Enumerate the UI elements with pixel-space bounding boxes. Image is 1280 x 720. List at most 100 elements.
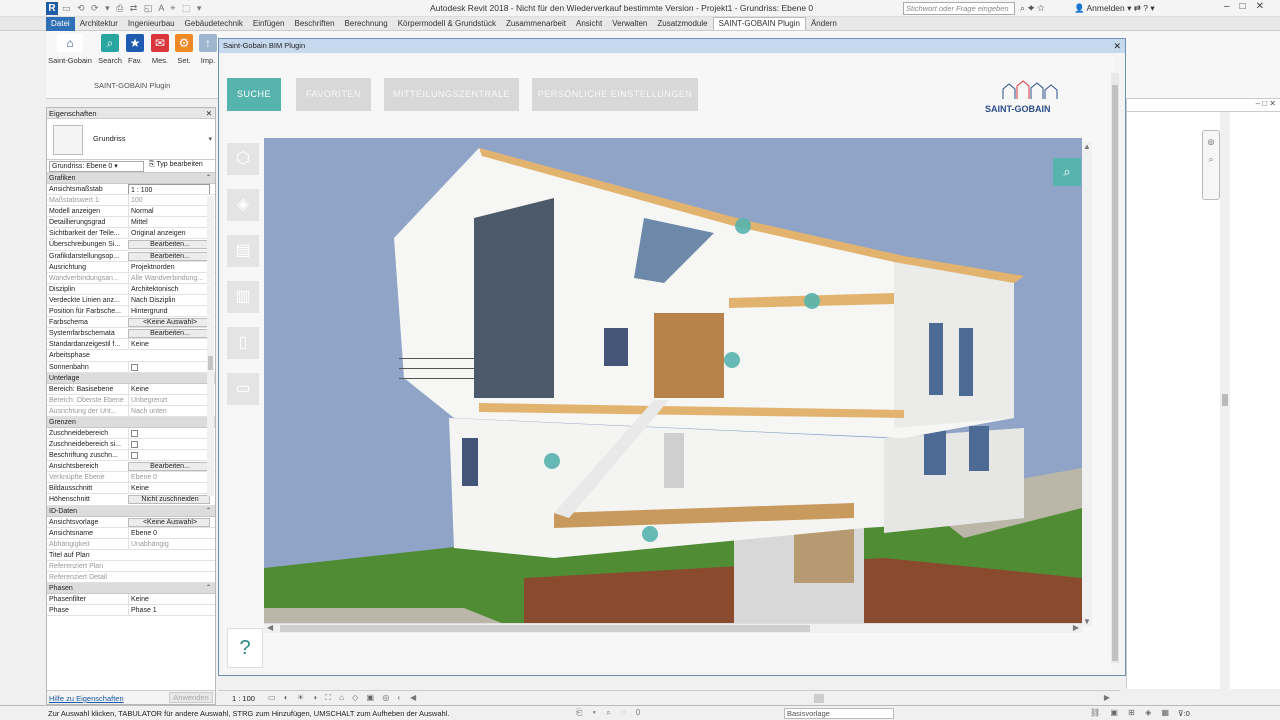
user-signin[interactable]: 👤 Anmelden ▾ ⇄ ? ▾ [1074, 3, 1155, 14]
property-value[interactable]: <Keine Auswahl> [128, 517, 210, 527]
tab-körpermodell-grundstück[interactable]: Körpermodell & Grundstück [393, 17, 501, 31]
property-value[interactable]: Normal [128, 206, 210, 217]
brick-icon[interactable]: ⬡ [227, 143, 259, 175]
checkbox[interactable] [131, 452, 138, 460]
checkbox[interactable] [131, 429, 138, 437]
property-value[interactable]: Hintergrund [128, 306, 210, 317]
steering-wheel-icon[interactable]: ⊚ [1203, 137, 1219, 148]
tab-zusammenarbeit[interactable]: Zusammenarbeit [501, 17, 571, 31]
tab-einfügen[interactable]: Einfügen [248, 17, 290, 31]
property-value[interactable]: Original anzeigen [128, 228, 210, 239]
scene-horizontal-scrollbar[interactable]: ◀ ▶ [264, 623, 1082, 633]
property-checkbox[interactable] [128, 427, 210, 438]
edit-type-button[interactable]: ⎘ Typ bearbeiten [149, 161, 203, 169]
wall-layer-icon[interactable]: ▤ [227, 235, 259, 267]
search-icon[interactable]: ⌕ [1053, 158, 1081, 186]
properties-scrollbar[interactable] [207, 196, 214, 496]
close-icon[interactable]: ✕ [1113, 39, 1121, 53]
property-value[interactable]: Keine [128, 383, 210, 394]
fav--button[interactable]: ★ Fav. [121, 34, 149, 65]
quick-access-toolbar[interactable]: ▭ ⟲ ⟳ ▾ ⎙ ⇄ ◱ A ⌖ ⬚ ▾ [62, 3, 203, 14]
view-scale[interactable]: 1 : 100 [232, 694, 255, 703]
tab-datei[interactable]: Datei [46, 17, 75, 31]
group-phasen[interactable]: Phasen ⌃ [47, 583, 215, 595]
status-icons[interactable]: ⎗ ▾ ⌕ ◌ 0 [576, 708, 644, 718]
collapse-icon[interactable]: ⌃ [206, 506, 211, 517]
property-checkbox[interactable] [128, 361, 210, 372]
plugin-scrollbar[interactable] [1111, 73, 1119, 663]
zoom-icon[interactable]: ⌕ [1203, 154, 1219, 165]
property-value[interactable]: Nicht zuschneiden [128, 495, 210, 505]
property-value[interactable]: Mittel [128, 217, 210, 228]
tab-saint-gobain-plugin[interactable]: SAINT-GOBAIN Plugin [712, 17, 806, 30]
revit-logo-icon[interactable]: R [46, 2, 58, 15]
collapse-icon[interactable]: ⌃ [206, 173, 211, 184]
board-icon[interactable]: ▯ [227, 327, 259, 359]
property-value[interactable]: Nach Disziplin [128, 294, 210, 306]
property-value[interactable]: Keine [128, 339, 210, 350]
hotspot-wall[interactable] [724, 352, 740, 368]
insulation-icon[interactable]: ◈ [227, 189, 259, 221]
property-checkbox[interactable] [128, 450, 210, 461]
property-value[interactable]: Architektonisch [128, 283, 210, 294]
tab-berechnung[interactable]: Berechnung [340, 17, 393, 31]
saint-gobain-button[interactable]: ⌂ Saint-Gobain [48, 34, 92, 65]
nav-mitteilungszentrale[interactable]: MITTEILUNGSZENTRALE [384, 78, 519, 111]
tab-ändern[interactable]: Ändern [806, 17, 842, 31]
drawing-scrollbar[interactable] [1220, 112, 1230, 692]
filter-count[interactable]: ⊽:0 [1178, 709, 1190, 718]
help-link[interactable]: Hilfe zu Eigenschaften [49, 694, 124, 703]
hotspot-floor[interactable] [642, 526, 658, 542]
hotspot-stair[interactable] [544, 453, 560, 469]
view-scroll-thumb[interactable] [814, 694, 824, 703]
tab-architektur[interactable]: Architektur [75, 17, 123, 31]
property-value[interactable]: Bearbeiten... [128, 462, 210, 472]
property-value[interactable]: Keine [128, 483, 210, 494]
tab-beschriften[interactable]: Beschriften [290, 17, 340, 31]
type-selector[interactable]: Grundriss ▾ [47, 119, 215, 160]
navigation-bar[interactable]: ⊚ ⌕ [1202, 130, 1220, 200]
search-icon[interactable]: ⌕ ✦ ☆ [1020, 3, 1045, 14]
property-value[interactable]: Phase 1 [128, 605, 210, 616]
house-cutaway-illustration[interactable] [264, 138, 1082, 624]
checkbox[interactable] [131, 440, 138, 448]
group-unterlage[interactable]: Unterlage⌃ [47, 372, 215, 384]
instance-selector[interactable]: Grundriss: Ebene 0 ▾ [49, 161, 144, 172]
property-checkbox[interactable] [128, 438, 210, 450]
panel-icon[interactable]: ▥ [227, 281, 259, 313]
collapse-icon[interactable]: ⌃ [206, 583, 211, 594]
group-id-daten[interactable]: ID-Daten ⌃ [47, 505, 215, 517]
nav-persoenliche-einstellungen[interactable]: PERSÖNLICHE EINSTELLUNGEN [532, 78, 698, 111]
scroll-left-icon[interactable]: ◀ [410, 693, 416, 702]
help-search-input[interactable]: Stichwort oder Frage eingeben [903, 2, 1015, 15]
property-value[interactable]: Bearbeiten... [128, 251, 210, 261]
property-value[interactable]: Ebene 0 [128, 527, 210, 538]
tab-verwalten[interactable]: Verwalten [607, 17, 652, 31]
group-grenzen[interactable]: Grenzen⌃ [47, 416, 215, 428]
apply-button[interactable]: Anwenden [169, 692, 213, 703]
toolbox-icon[interactable]: ▭ [227, 373, 259, 405]
base-template-select[interactable]: Basisvorlage [784, 708, 894, 719]
tab-gebäudetechnik[interactable]: Gebäudetechnik [180, 17, 248, 31]
tab-zusatzmodule[interactable]: Zusatzmodule [652, 17, 712, 31]
property-value[interactable]: Bearbeiten... [128, 329, 210, 339]
tab-ingenieurbau[interactable]: Ingenieurbau [123, 17, 180, 31]
hotspot-roof[interactable] [735, 218, 751, 234]
group-grafiken[interactable]: Grafiken ⌃ [47, 173, 215, 184]
chevron-down-icon[interactable]: ▾ [208, 135, 212, 143]
search-button[interactable]: ⌕ Search [96, 34, 124, 65]
scroll-right-icon[interactable]: ▶ [1104, 693, 1110, 702]
view-window-controls[interactable]: – □ ✕ [1127, 99, 1280, 111]
nav-favoriten[interactable]: FAVORITEN [296, 78, 371, 111]
property-value[interactable]: 1 : 100 [128, 184, 210, 195]
tab-ansicht[interactable]: Ansicht [571, 17, 607, 31]
close-icon[interactable]: ✕ [206, 108, 212, 119]
scene-vertical-scrollbar[interactable]: ▲ ▼ [1082, 142, 1092, 626]
nav-suche[interactable]: SUCHE [227, 78, 281, 111]
property-value[interactable]: Keine [128, 594, 210, 605]
hotspot-ceiling[interactable] [804, 293, 820, 309]
property-value[interactable]: Bearbeiten... [128, 240, 210, 250]
view-control-icons[interactable]: ▭ ◐ ☀ ◑ ⛶ ⌂ ◇ ▣ ◎ ‹ [268, 693, 403, 703]
selection-icons[interactable]: ⛓ ▣ ⊞ ◈ ▦ [1090, 708, 1173, 717]
window-controls[interactable]: –□✕ [1224, 1, 1274, 12]
